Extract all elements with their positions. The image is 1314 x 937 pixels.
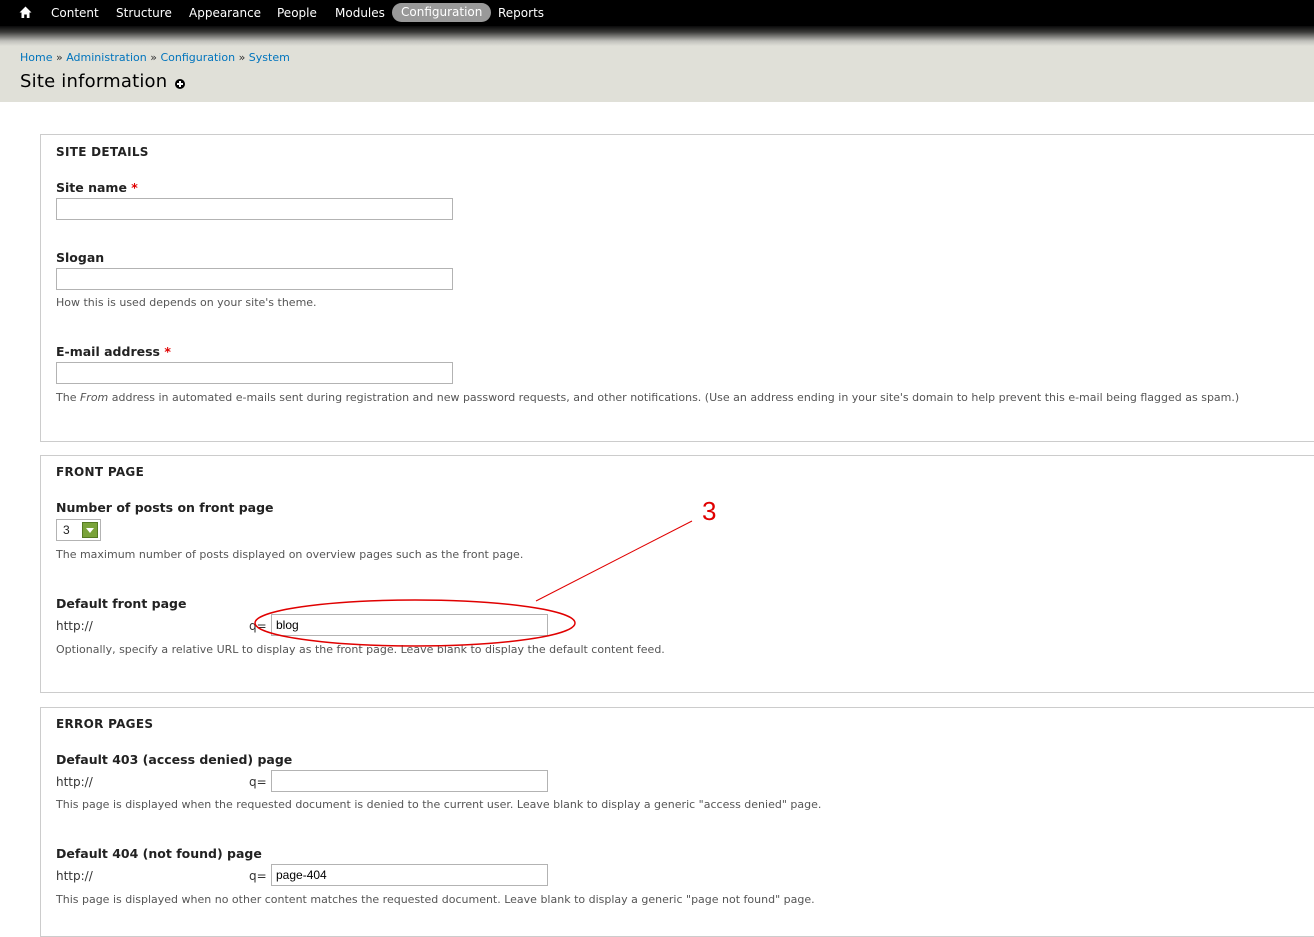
add-shortcut-icon[interactable] (175, 79, 185, 89)
email-label-text: E-mail address (56, 344, 160, 359)
toolbar-item-configuration[interactable]: Configuration (392, 3, 492, 22)
toolbar-item-content[interactable]: Content (51, 6, 99, 20)
toolbar-item-modules[interactable]: Modules (335, 6, 385, 20)
chevron-down-icon[interactable] (82, 522, 98, 538)
breadcrumb-administration[interactable]: Administration (66, 51, 147, 64)
toolbar-item-reports[interactable]: Reports (498, 6, 544, 20)
page-404-label: Default 404 (not found) page (56, 846, 262, 861)
slogan-input[interactable] (56, 268, 453, 290)
default-front-page-description: Optionally, specify a relative URL to di… (56, 643, 665, 656)
page-404-input[interactable] (271, 864, 548, 886)
admin-toolbar: Content Structure Appearance People Modu… (0, 0, 1314, 26)
posts-per-page-select[interactable]: 3 (56, 519, 101, 541)
email-description-from: From (79, 391, 109, 404)
page-403-label: Default 403 (access denied) page (56, 752, 293, 767)
breadcrumb-configuration[interactable]: Configuration (160, 51, 235, 64)
breadcrumb-system[interactable]: System (249, 51, 290, 64)
toolbar-item-structure[interactable]: Structure (116, 6, 172, 20)
site-name-label: Site name * (56, 180, 138, 195)
email-label: E-mail address * (56, 344, 171, 359)
posts-per-page-description: The maximum number of posts displayed on… (56, 548, 524, 561)
email-description-prefix: The (56, 391, 77, 404)
site-name-input[interactable] (56, 198, 453, 220)
posts-per-page-label: Number of posts on front page (56, 500, 274, 515)
page-403-input[interactable] (271, 770, 548, 792)
email-description-rest: address in automated e-mails sent during… (111, 391, 1240, 404)
posts-per-page-value: 3 (63, 523, 70, 537)
slogan-description: How this is used depends on your site's … (56, 296, 317, 309)
slogan-label: Slogan (56, 250, 105, 265)
breadcrumb-separator: » (150, 51, 157, 64)
toolbar-item-appearance[interactable]: Appearance (189, 6, 261, 20)
email-description: The From address in automated e-mails se… (56, 391, 1239, 404)
page-404-prefix: http:// (56, 869, 93, 883)
toolbar-shadow (0, 26, 1314, 46)
page-404-description: This page is displayed when no other con… (56, 893, 815, 906)
page-403-description: This page is displayed when the requeste… (56, 798, 822, 811)
toolbar-item-people[interactable]: People (277, 6, 317, 20)
required-marker: * (131, 180, 138, 195)
fieldset-legend-error-pages: ERROR PAGES (56, 717, 154, 731)
page-404-q: q= (249, 869, 267, 883)
breadcrumb: Home » Administration » Configuration » … (20, 51, 290, 64)
fieldset-legend-front-page: FRONT PAGE (56, 465, 145, 479)
site-name-label-text: Site name (56, 180, 127, 195)
page-403-prefix: http:// (56, 775, 93, 789)
page-403-q: q= (249, 775, 267, 789)
fieldset-front-page (40, 455, 1314, 693)
default-front-page-input[interactable] (271, 614, 548, 636)
page-title: Site information (20, 71, 168, 92)
default-front-page-label: Default front page (56, 596, 187, 611)
breadcrumb-home[interactable]: Home (20, 51, 52, 64)
annotation-label: 3 (702, 496, 717, 526)
default-front-page-prefix: http:// (56, 619, 93, 633)
fieldset-legend-site-details: SITE DETAILS (56, 145, 149, 159)
required-marker: * (164, 344, 171, 359)
home-icon[interactable] (19, 6, 32, 19)
default-front-page-q: q= (249, 619, 267, 633)
breadcrumb-separator: » (238, 51, 246, 64)
email-input[interactable] (56, 362, 453, 384)
breadcrumb-separator: » (55, 51, 63, 64)
